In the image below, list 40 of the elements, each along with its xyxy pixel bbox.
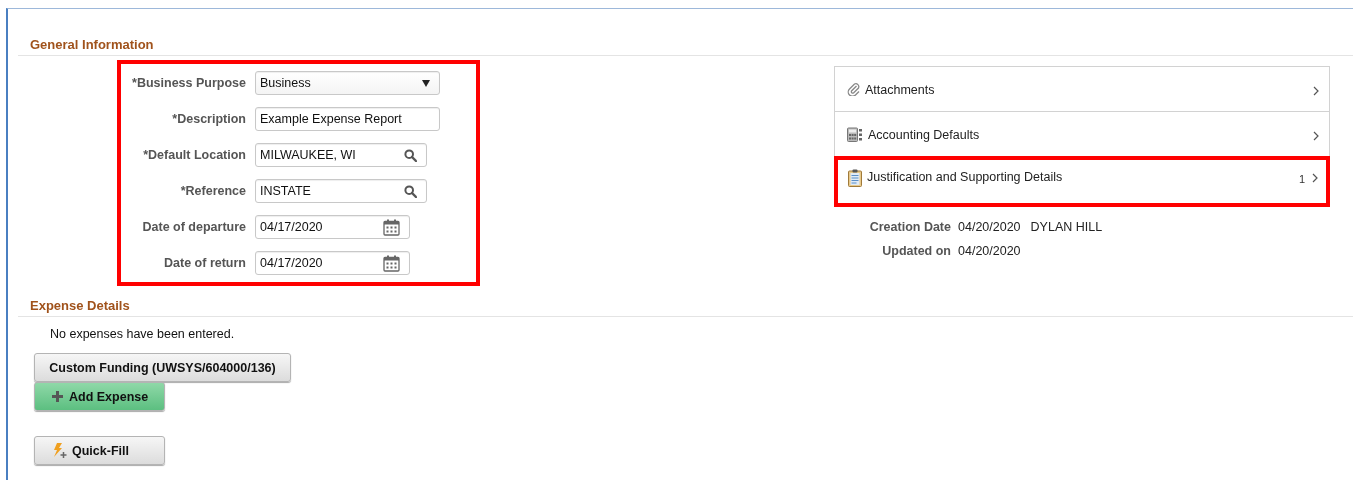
calendar-icon[interactable] [383,218,400,236]
chevron-right-icon [1312,173,1318,183]
field-label: Date of departure [141,220,247,234]
search-icon[interactable] [404,148,417,162]
chevron-right-icon [1313,86,1319,96]
text-field[interactable]: Example Expense Report [255,107,440,131]
empty-message: No expenses have been entered. [50,327,236,341]
field-label: *Default Location [142,148,247,162]
info-value: 04/20/2020 [958,244,1021,258]
info-value: 04/20/2020 [958,220,1021,234]
date-field[interactable]: 04/17/2020 [255,251,410,275]
calendar-icon[interactable] [383,254,400,272]
lookup-field[interactable]: MILWAUKEE, WI [255,143,427,167]
funding-button[interactable]: Custom Funding (UWSYS/604000/136) [34,353,291,382]
lightning-plus-icon [51,442,67,459]
add-expense-button[interactable]: Add Expense [34,382,165,411]
field-label: *Business Purpose [131,76,247,90]
panel-link[interactable]: Accounting Defaults [834,112,1330,157]
chevron-right-icon [1313,131,1319,141]
panel-link[interactable]: Justification and Supporting Details 1 [834,156,1330,207]
lookup-field[interactable]: INSTATE [255,179,427,203]
paperclip-icon [847,82,860,96]
section-title: Expense Details [30,298,130,313]
clipboard-icon [848,169,862,187]
search-icon[interactable] [404,184,417,198]
section-title: General Information [30,37,154,52]
info-value: DYLAN HILL [1030,220,1103,234]
field-label: *Description [171,112,247,126]
panel-link[interactable]: Attachments [834,67,1330,112]
dropdown-caret-icon[interactable] [422,79,430,87]
dropdown-field[interactable]: Business [255,71,440,95]
info-label: Updated on [881,244,952,258]
plus-icon [51,390,64,403]
info-label: Creation Date [868,220,952,234]
quick-fill-button[interactable]: Quick-Fill [34,436,165,465]
item-count: 1 [1298,172,1305,185]
field-label: *Reference [179,184,247,198]
calculator-icon [847,127,863,142]
field-label: Date of return [163,256,247,270]
date-field[interactable]: 04/17/2020 [255,215,410,239]
